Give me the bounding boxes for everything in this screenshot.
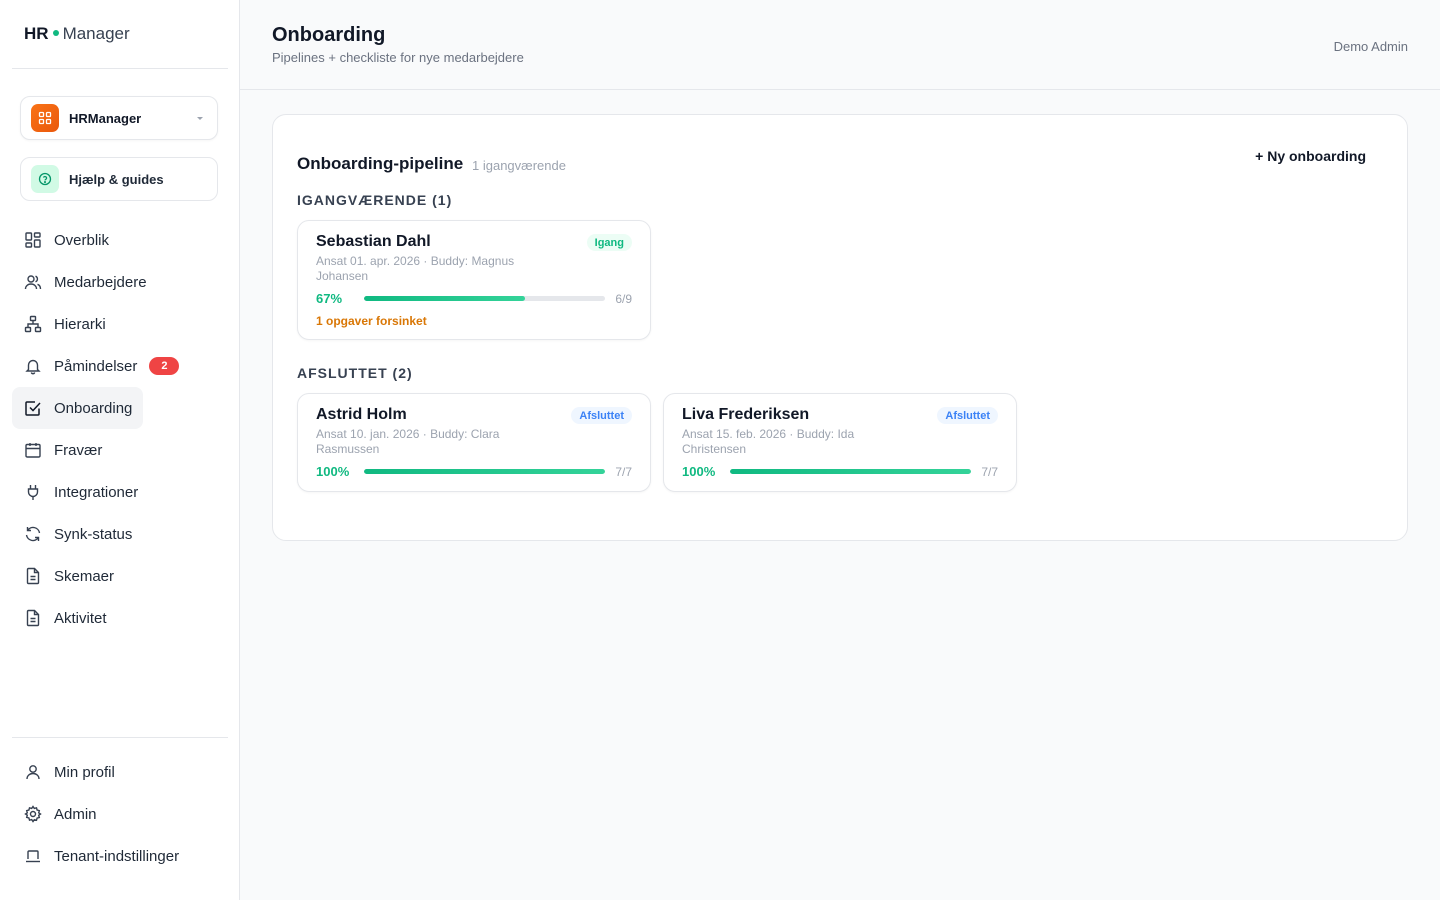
employee-name: Astrid Holm (316, 406, 407, 423)
nav-label: Aktivitet (54, 609, 107, 627)
plug-icon (27, 485, 39, 500)
pipeline-title: Onboarding-pipeline (297, 154, 464, 173)
bell-icon (25, 359, 41, 375)
employee-name: Sebastian Dahl (316, 233, 431, 250)
nav-item-hierarki[interactable]: Hierarki (12, 303, 228, 345)
hierarchy-icon (24, 315, 42, 333)
logo-hr: HR (24, 24, 49, 43)
nav-item-synk-status[interactable]: Synk-status (12, 513, 228, 555)
users-icon (24, 275, 42, 290)
employee-meta: Ansat 01. apr. 2026 · Buddy: Magnus Joha… (316, 254, 515, 283)
sidebar-divider (12, 737, 228, 738)
checkbox-icon (25, 401, 41, 416)
nav-item-skemaer[interactable]: Skemaer (12, 555, 228, 597)
logo-dot-icon (52, 30, 59, 37)
nav-label: Integrationer (54, 483, 139, 501)
nav-item-min-profil[interactable]: Min profil (12, 751, 228, 793)
status-badge: Igang (586, 234, 632, 251)
nav-label: Overblik (54, 231, 110, 249)
bottom-nav: Min profil Admin Tenant-indstillinger (12, 751, 228, 877)
help-guides-button[interactable]: Hjælp & guides (20, 157, 218, 201)
status-badge: Afsluttet (937, 407, 998, 424)
sidebar-divider (12, 68, 228, 69)
section-title-done: AFSLUTTET (2) (297, 365, 413, 381)
page-subtitle: Pipelines + checkliste for nye medarbejd… (272, 50, 524, 65)
help-label: Hjælp & guides (69, 171, 164, 187)
progress-fraction: 7/7 (981, 465, 998, 479)
section-title-ongoing: IGANGVÆRENDE (1) (297, 192, 453, 208)
nav-label: Skemaer (54, 567, 115, 585)
sidebar: HR Manager HRManager Hjælp & guides Overb… (0, 0, 240, 900)
nav-item-medarbejdere[interactable]: Medarbejdere (12, 261, 228, 303)
gear-icon (24, 805, 42, 823)
nav-label: Medarbejdere (54, 273, 147, 291)
nav-label: Synk-status (54, 525, 133, 543)
progress-bar (730, 469, 971, 474)
nav-label: Fravær (54, 441, 103, 459)
nav-label: Påmindelser (54, 357, 138, 375)
pipeline-count: 1 igangværende (472, 158, 566, 173)
progress-bar-fill (730, 469, 971, 474)
progress-bar (364, 296, 605, 301)
notification-badge: 2 (149, 357, 180, 375)
onboarding-card[interactable]: Astrid Holm Afsluttet Ansat 10. jan. 202… (297, 393, 651, 492)
late-tasks-warning: 1 opgaver forsinket (316, 314, 427, 328)
tenant-name: HRManager (69, 110, 142, 126)
tenant-grid-icon (31, 104, 59, 132)
page-header: Onboarding Pipelines + checkliste for ny… (240, 0, 1440, 90)
laptop-icon (26, 850, 40, 863)
nav-label: Hierarki (54, 315, 106, 333)
user-icon (26, 765, 40, 780)
employee-name: Liva Frederiksen (682, 406, 810, 423)
nav-item-aktivitet[interactable]: Aktivitet (12, 597, 228, 639)
progress-fraction: 6/9 (615, 292, 632, 306)
document-icon (26, 609, 40, 627)
new-onboarding-button[interactable]: + Ny onboarding (1255, 148, 1366, 164)
progress-percent: 100% (682, 464, 716, 479)
nav-item-paamindelser[interactable]: Påmindelser 2 (12, 345, 228, 387)
nav-item-overblik[interactable]: Overblik (12, 219, 228, 261)
nav-item-onboarding[interactable]: Onboarding (12, 387, 143, 429)
nav-item-admin[interactable]: Admin (12, 793, 228, 835)
employee-meta: Ansat 15. feb. 2026 · Buddy: Ida Christe… (682, 427, 855, 456)
user-menu[interactable]: Demo Admin (1334, 39, 1408, 54)
progress-fraction: 7/7 (615, 465, 632, 479)
progress-percent: 100% (316, 464, 350, 479)
tenant-switcher-button[interactable]: HRManager (20, 96, 218, 140)
nav-item-fravaer[interactable]: Fravær (12, 429, 228, 471)
nav-label: Tenant-indstillinger (54, 847, 180, 865)
app-logo[interactable]: HR Manager (24, 24, 130, 44)
progress-percent: 67% (316, 291, 343, 306)
nav-item-tenant-indstillinger[interactable]: Tenant-indstillinger (12, 835, 228, 877)
refresh-icon (25, 526, 41, 542)
grid-icon (25, 232, 41, 248)
status-badge: Afsluttet (571, 407, 632, 424)
employee-meta: Ansat 10. jan. 2026 · Buddy: Clara Rasmu… (316, 427, 500, 456)
progress-bar-fill (364, 296, 526, 301)
onboarding-card[interactable]: Sebastian Dahl Igang Ansat 01. apr. 2026… (297, 220, 651, 340)
onboarding-card[interactable]: Liva Frederiksen Afsluttet Ansat 15. feb… (663, 393, 1017, 492)
nav-label: Admin (54, 805, 97, 823)
calendar-icon (25, 443, 41, 458)
help-icon (31, 165, 59, 193)
main-nav: Overblik Medarbejdere Hierarki Påmindels… (12, 219, 228, 639)
progress-bar-fill (364, 469, 605, 474)
nav-item-integrationer[interactable]: Integrationer (12, 471, 228, 513)
onboarding-pipeline-card: Onboarding-pipeline 1 igangværende + Ny … (272, 114, 1408, 541)
document-icon (26, 567, 40, 585)
nav-label: Onboarding (54, 399, 133, 417)
chevron-down-icon (197, 116, 203, 120)
logo-manager: Manager (62, 24, 130, 43)
nav-label: Min profil (54, 763, 115, 781)
page-title: Onboarding (272, 24, 386, 46)
progress-bar (364, 469, 605, 474)
